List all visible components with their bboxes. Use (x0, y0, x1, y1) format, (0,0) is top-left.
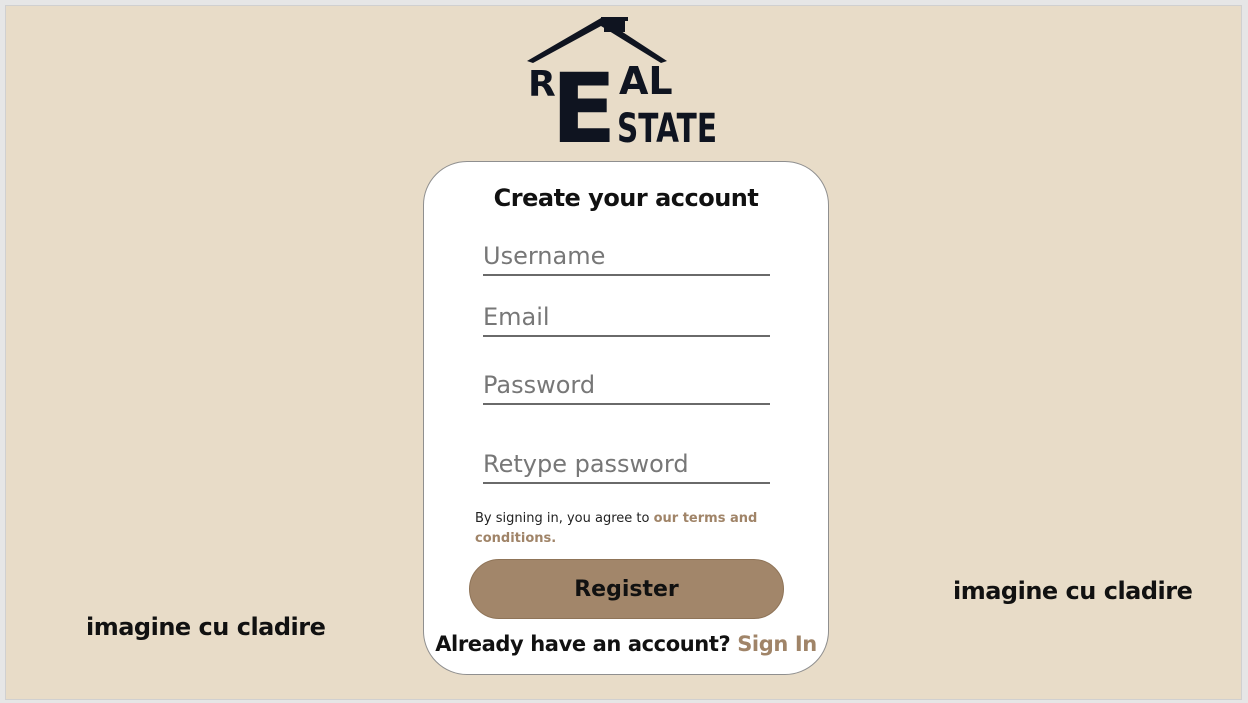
signin-prompt: Already have an account? (435, 632, 731, 656)
real-estate-logo: R E AL STATE (521, 14, 726, 149)
email-input[interactable] (483, 301, 770, 337)
logo-letters-state: STATE (617, 106, 717, 149)
terms-notice: By signing in, you agree to our terms an… (475, 509, 775, 549)
logo-letter-e: E (551, 53, 617, 149)
password-input[interactable] (483, 369, 770, 405)
username-input[interactable] (483, 240, 770, 276)
terms-prefix: By signing in, you agree to (475, 511, 654, 526)
signin-row: Already have an account? Sign In (424, 632, 828, 656)
signin-link[interactable]: Sign In (737, 632, 817, 656)
right-image-placeholder: imagine cu cladire (953, 577, 1193, 605)
retype-password-input[interactable] (483, 448, 770, 484)
page-background: R E AL STATE Create your account By sign… (5, 5, 1242, 700)
register-button[interactable]: Register (469, 559, 784, 619)
register-card: Create your account By signing in, you a… (423, 161, 829, 675)
house-roof-icon: R E AL STATE (527, 17, 717, 149)
form-title: Create your account (493, 184, 759, 212)
logo-letters-al: AL (619, 59, 673, 103)
left-image-placeholder: imagine cu cladire (86, 613, 326, 641)
